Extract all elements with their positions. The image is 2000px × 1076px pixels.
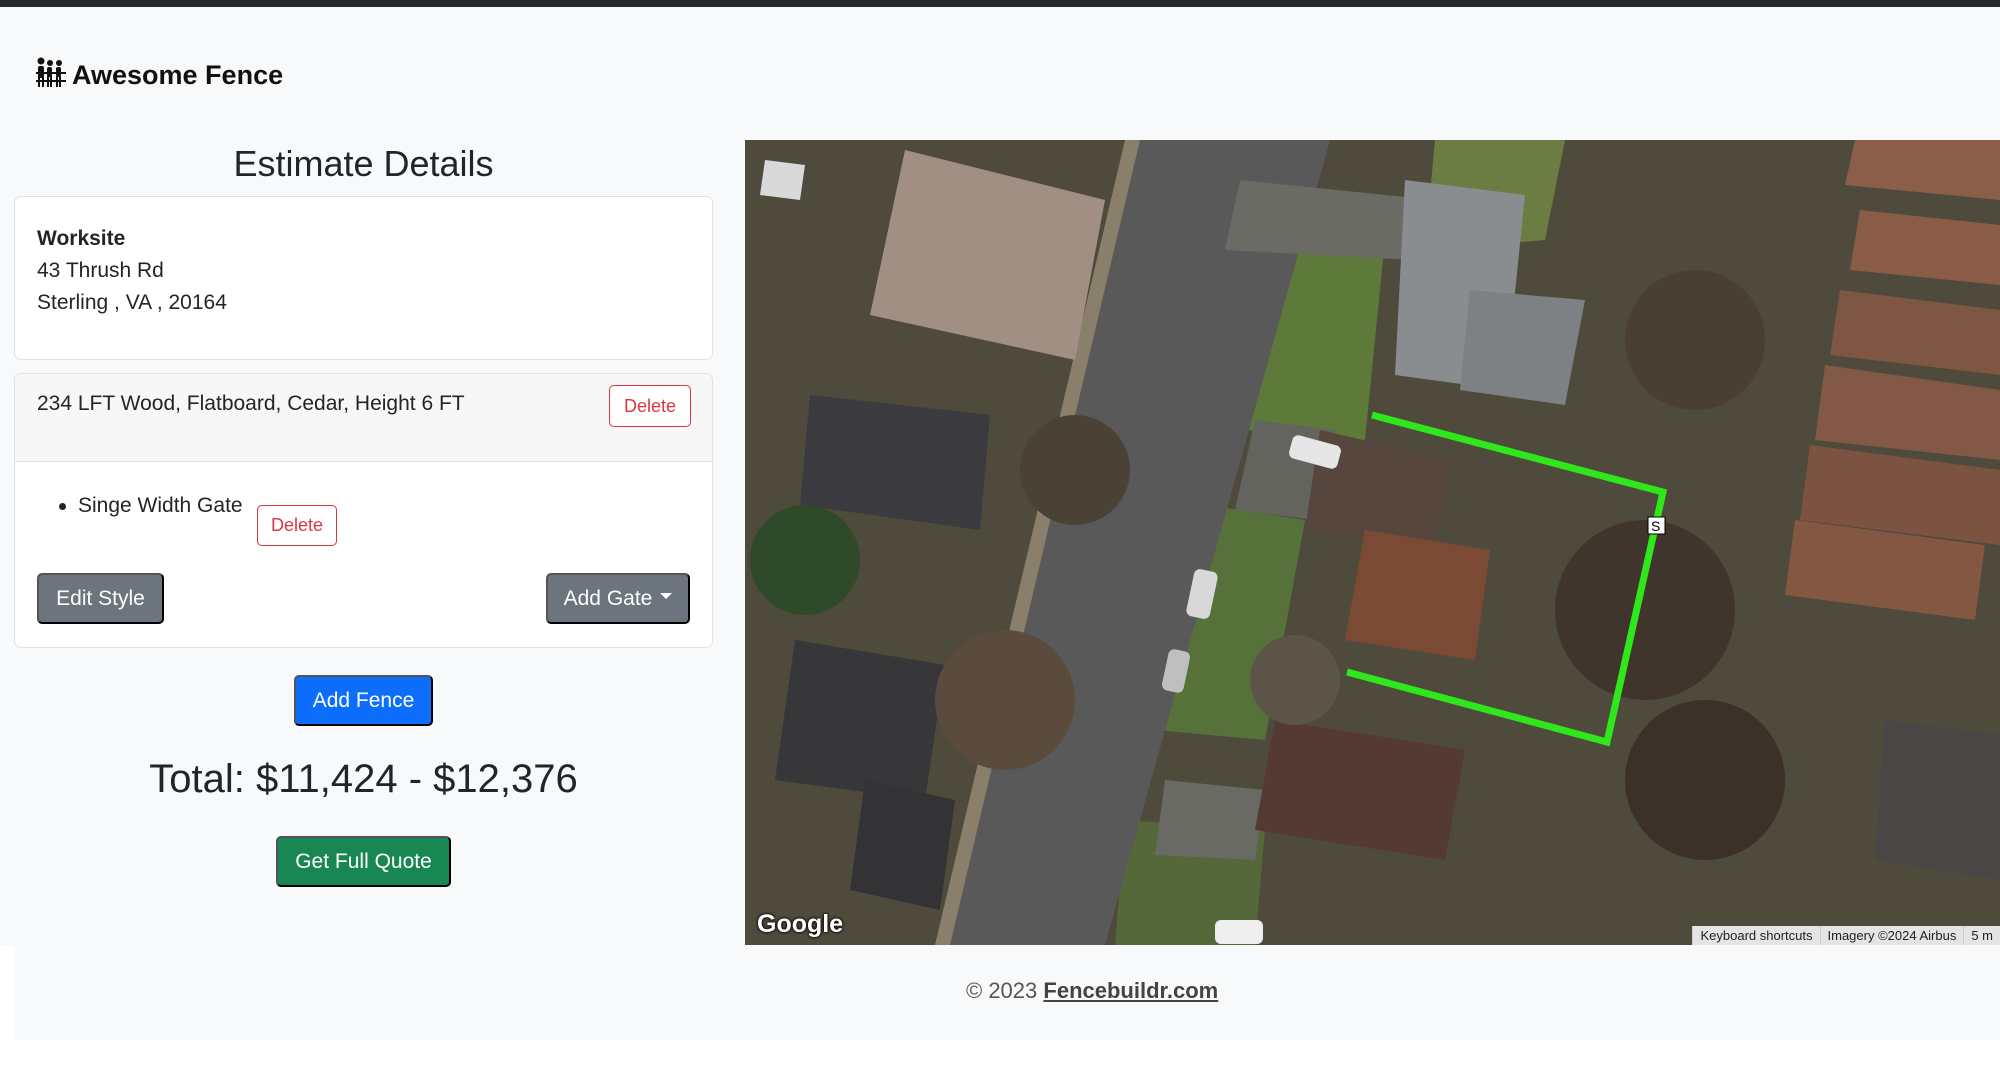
tree (1250, 635, 1340, 725)
worksite-street: 43 Thrush Rd (37, 259, 164, 282)
gate-name: Singe Width Gate (78, 494, 243, 517)
tree (1020, 415, 1130, 525)
map-attribution: Keyboard shortcuts Imagery ©2024 Airbus … (1692, 926, 2000, 945)
map-imagery: S (745, 140, 2000, 945)
house-roof (850, 780, 955, 910)
fence-people-icon (36, 56, 66, 95)
brand-link[interactable]: Awesome Fence (36, 56, 283, 95)
page-title: Estimate Details (233, 143, 494, 184)
fence-marker-label: S (1651, 518, 1660, 534)
tree (1625, 270, 1765, 410)
navbar (0, 7, 2000, 140)
get-full-quote-button[interactable]: Get Full Quote (276, 836, 451, 887)
add-gate-dropdown-button[interactable]: Add Gate (546, 573, 690, 624)
site-link[interactable]: Fencebuildr.com (1043, 978, 1218, 1003)
gate-list-item: Singe Width Gate (59, 494, 243, 518)
delete-gate-button[interactable]: Delete (257, 505, 337, 546)
delete-fence-button[interactable]: Delete (609, 385, 691, 427)
tree (750, 505, 860, 615)
add-gate-label: Add Gate (563, 586, 653, 610)
tree (1625, 700, 1785, 860)
brand-name: Awesome Fence (72, 60, 284, 90)
house-roof (1875, 720, 2000, 880)
total-price: Total: $11,424 - $12,376 (149, 757, 578, 801)
bullet-icon (59, 502, 66, 510)
fence-card: 234 LFT Wood, Flatboard, Cedar, Height 6… (14, 373, 713, 648)
keyboard-shortcuts-link[interactable]: Keyboard shortcuts (1692, 926, 1820, 945)
house-roof (775, 640, 945, 800)
map-scale[interactable]: 5 m (1963, 926, 2000, 945)
tree (935, 630, 1075, 770)
fence-header: 234 LFT Wood, Flatboard, Cedar, Height 6… (15, 374, 712, 462)
add-fence-button[interactable]: Add Fence (294, 675, 433, 726)
google-logo: Google (757, 910, 844, 938)
caret-down-icon (660, 592, 673, 599)
house-roof (1460, 290, 1585, 405)
copyright-text: © 2023 (966, 978, 1044, 1003)
driveway (1155, 780, 1265, 860)
car (1215, 920, 1263, 944)
imagery-credit: Imagery ©2024 Airbus (1819, 926, 1964, 945)
tree (1555, 520, 1735, 700)
house-roof (1345, 530, 1490, 660)
worksite-city: Sterling , VA , 20164 (37, 291, 227, 314)
satellite-map[interactable]: S Google Keyboard shortcuts Imagery ©202… (745, 140, 2000, 945)
edit-style-button[interactable]: Edit Style (37, 573, 164, 624)
window-top-bar (0, 0, 2000, 7)
worksite-label: Worksite (37, 227, 126, 250)
worksite-card: Worksite 43 Thrush Rd Sterling , VA , 20… (14, 196, 713, 360)
shed-roof (760, 160, 805, 200)
fence-body: Singe Width Gate Delete Edit Style Add G… (15, 462, 712, 647)
fence-description: 234 LFT Wood, Flatboard, Cedar, Height 6… (37, 392, 465, 415)
